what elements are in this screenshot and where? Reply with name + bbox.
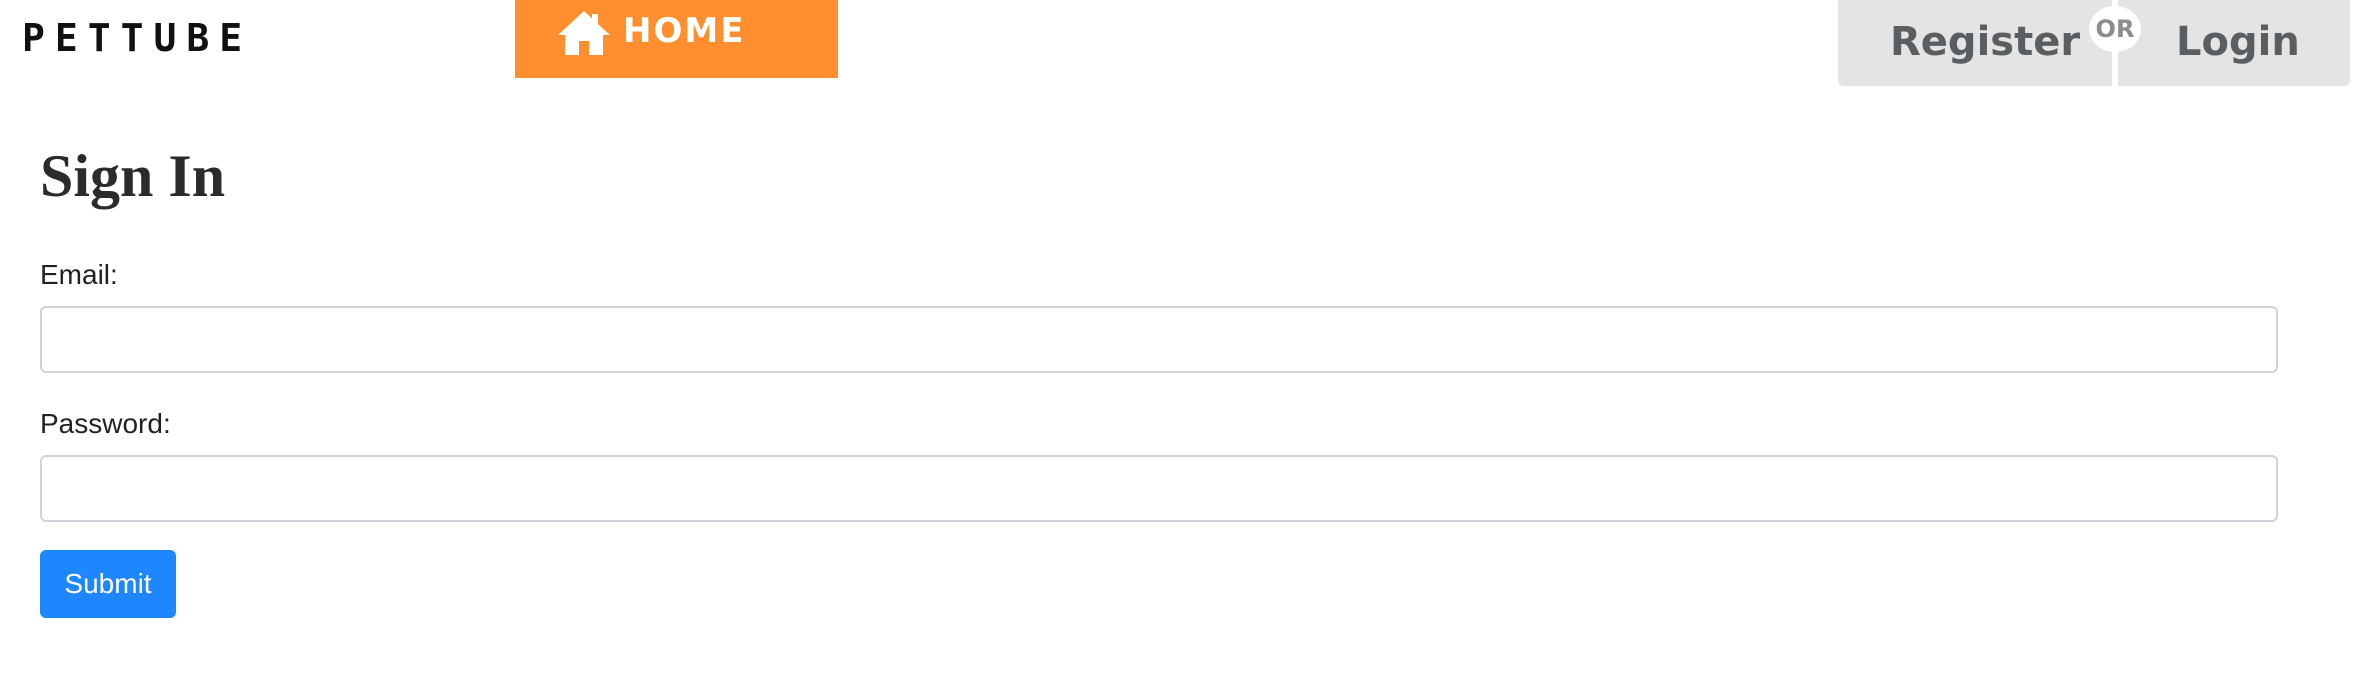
nav-home-button[interactable]: HOME: [515, 0, 838, 78]
site-logo[interactable]: PETTUBE: [22, 14, 252, 62]
password-input[interactable]: [40, 455, 2278, 522]
home-icon: [558, 11, 610, 55]
or-separator: OR: [2089, 6, 2141, 52]
submit-button[interactable]: Submit: [40, 550, 176, 618]
password-label: Password:: [40, 408, 171, 439]
email-input[interactable]: [40, 306, 2278, 373]
page-title: Sign In: [40, 143, 226, 209]
auth-links: Register OR Login: [1838, 0, 2350, 86]
register-link[interactable]: Register: [1890, 16, 2080, 68]
email-label: Email:: [40, 259, 118, 290]
login-link[interactable]: Login: [2176, 16, 2300, 68]
nav-home-label: HOME: [623, 11, 746, 51]
